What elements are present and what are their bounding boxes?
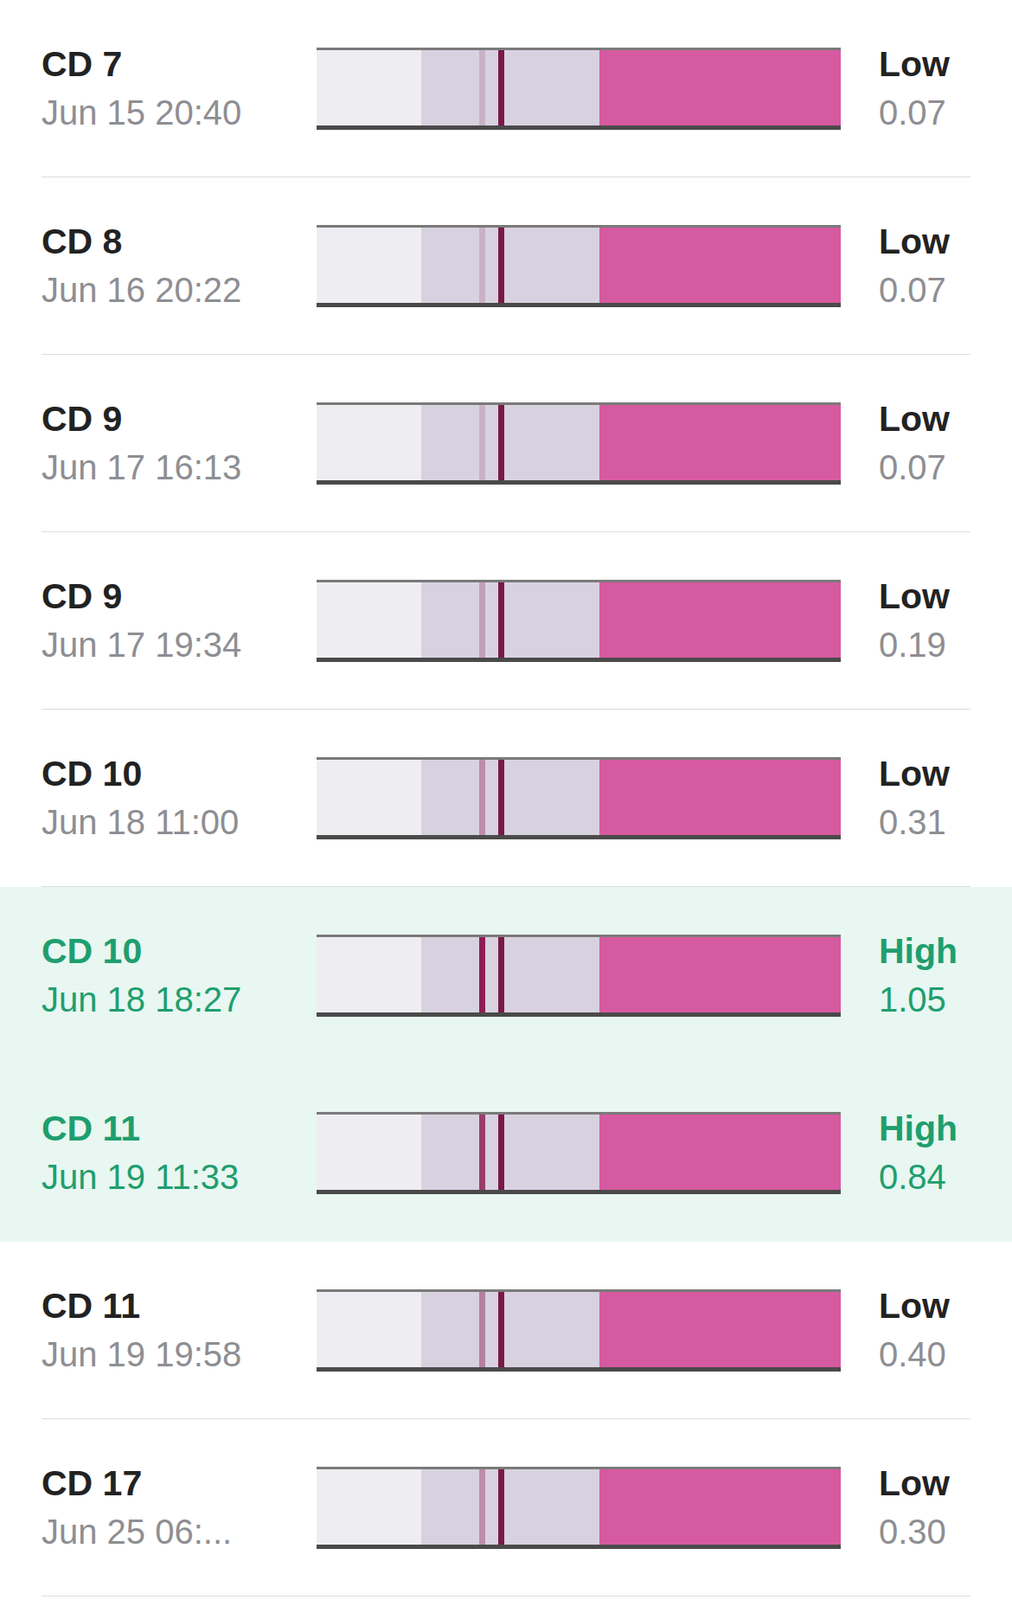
strip-photo	[316, 756, 841, 840]
strip-photo	[316, 934, 841, 1017]
result-value: 0.31	[878, 802, 950, 842]
strip-photo	[316, 579, 841, 662]
test-time: Jun 25 06:...	[41, 1511, 317, 1551]
result-value: 0.40	[878, 1334, 950, 1374]
result-value: 0.30	[878, 1511, 950, 1551]
cycle-day: CD 7	[41, 44, 317, 85]
test-row[interactable]: CD 10 Jun 18 11:00 Low 0.31	[0, 709, 1012, 887]
test-row[interactable]: CD 7 Jun 15 20:40 Low 0.07	[0, 0, 1012, 178]
row-result: High 1.05	[878, 930, 958, 1019]
strip-photo	[316, 1288, 841, 1371]
row-result: Low 0.31	[878, 753, 950, 842]
test-list: CD 7 Jun 15 20:40 Low 0.07 CD 8 Jun 16 20:22 L…	[0, 0, 1012, 1596]
row-result: High 0.84	[878, 1108, 958, 1197]
cycle-day: CD 10	[41, 753, 317, 795]
test-time: Jun 19 19:58	[41, 1334, 317, 1374]
result-status: Low	[878, 398, 950, 440]
row-date: CD 11 Jun 19 11:33	[41, 1108, 317, 1197]
row-date: CD 9 Jun 17 19:34	[41, 576, 317, 665]
result-status: Low	[878, 221, 950, 263]
row-date: CD 10 Jun 18 11:00	[41, 753, 317, 842]
cycle-day: CD 10	[41, 930, 317, 972]
test-time: Jun 15 20:40	[41, 93, 317, 133]
row-date: CD 11 Jun 19 19:58	[41, 1285, 317, 1374]
row-result: Low 0.07	[878, 221, 950, 310]
result-status: Low	[878, 753, 950, 795]
cycle-day: CD 8	[41, 221, 317, 263]
cycle-day: CD 11	[41, 1285, 317, 1326]
test-row[interactable]: CD 17 Jun 25 06:... Low 0.30	[0, 1418, 1012, 1596]
result-value: 1.05	[878, 979, 958, 1019]
test-row[interactable]: CD 11 Jun 19 19:58 Low 0.40	[0, 1241, 1012, 1419]
test-time: Jun 18 18:27	[41, 979, 317, 1019]
result-value: 0.07	[878, 93, 950, 133]
result-status: Low	[878, 44, 950, 85]
test-row[interactable]: CD 9 Jun 17 16:13 Low 0.07	[0, 354, 1012, 532]
row-result: Low 0.07	[878, 44, 950, 133]
test-row[interactable]: CD 9 Jun 17 19:34 Low 0.19	[0, 531, 1012, 710]
row-result: Low 0.07	[878, 398, 950, 487]
cycle-day: CD 17	[41, 1462, 317, 1504]
strip-photo	[316, 1111, 841, 1194]
cycle-day: CD 9	[41, 576, 317, 617]
row-date: CD 17 Jun 25 06:...	[41, 1462, 317, 1551]
row-result: Low 0.19	[878, 576, 950, 665]
test-row[interactable]: CD 11 Jun 19 11:33 High 0.84	[0, 1063, 1012, 1242]
result-value: 0.07	[878, 448, 950, 487]
result-status: High	[878, 930, 958, 972]
row-date: CD 9 Jun 17 16:13	[41, 398, 317, 487]
result-status: Low	[878, 1462, 950, 1504]
result-status: Low	[878, 576, 950, 617]
strip-photo	[316, 47, 841, 130]
strip-photo	[316, 224, 841, 308]
test-row[interactable]: CD 8 Jun 16 20:22 Low 0.07	[0, 177, 1012, 355]
cycle-day: CD 9	[41, 398, 317, 440]
test-time: Jun 17 19:34	[41, 625, 317, 665]
row-date: CD 7 Jun 15 20:40	[41, 44, 317, 133]
test-time: Jun 16 20:22	[41, 270, 317, 310]
test-time: Jun 17 16:13	[41, 448, 317, 487]
result-status: High	[878, 1108, 958, 1149]
result-value: 0.19	[878, 625, 950, 665]
result-value: 0.84	[878, 1157, 958, 1197]
cycle-day: CD 11	[41, 1108, 317, 1149]
strip-photo	[316, 402, 841, 485]
row-result: Low 0.40	[878, 1285, 950, 1374]
test-time: Jun 18 11:00	[41, 802, 317, 842]
row-result: Low 0.30	[878, 1462, 950, 1551]
test-row[interactable]: CD 10 Jun 18 18:27 High 1.05	[0, 886, 1012, 1064]
row-date: CD 8 Jun 16 20:22	[41, 221, 317, 310]
row-date: CD 10 Jun 18 18:27	[41, 930, 317, 1019]
result-status: Low	[878, 1285, 950, 1326]
test-time: Jun 19 11:33	[41, 1157, 317, 1197]
result-value: 0.07	[878, 270, 950, 310]
strip-photo	[316, 1466, 841, 1549]
